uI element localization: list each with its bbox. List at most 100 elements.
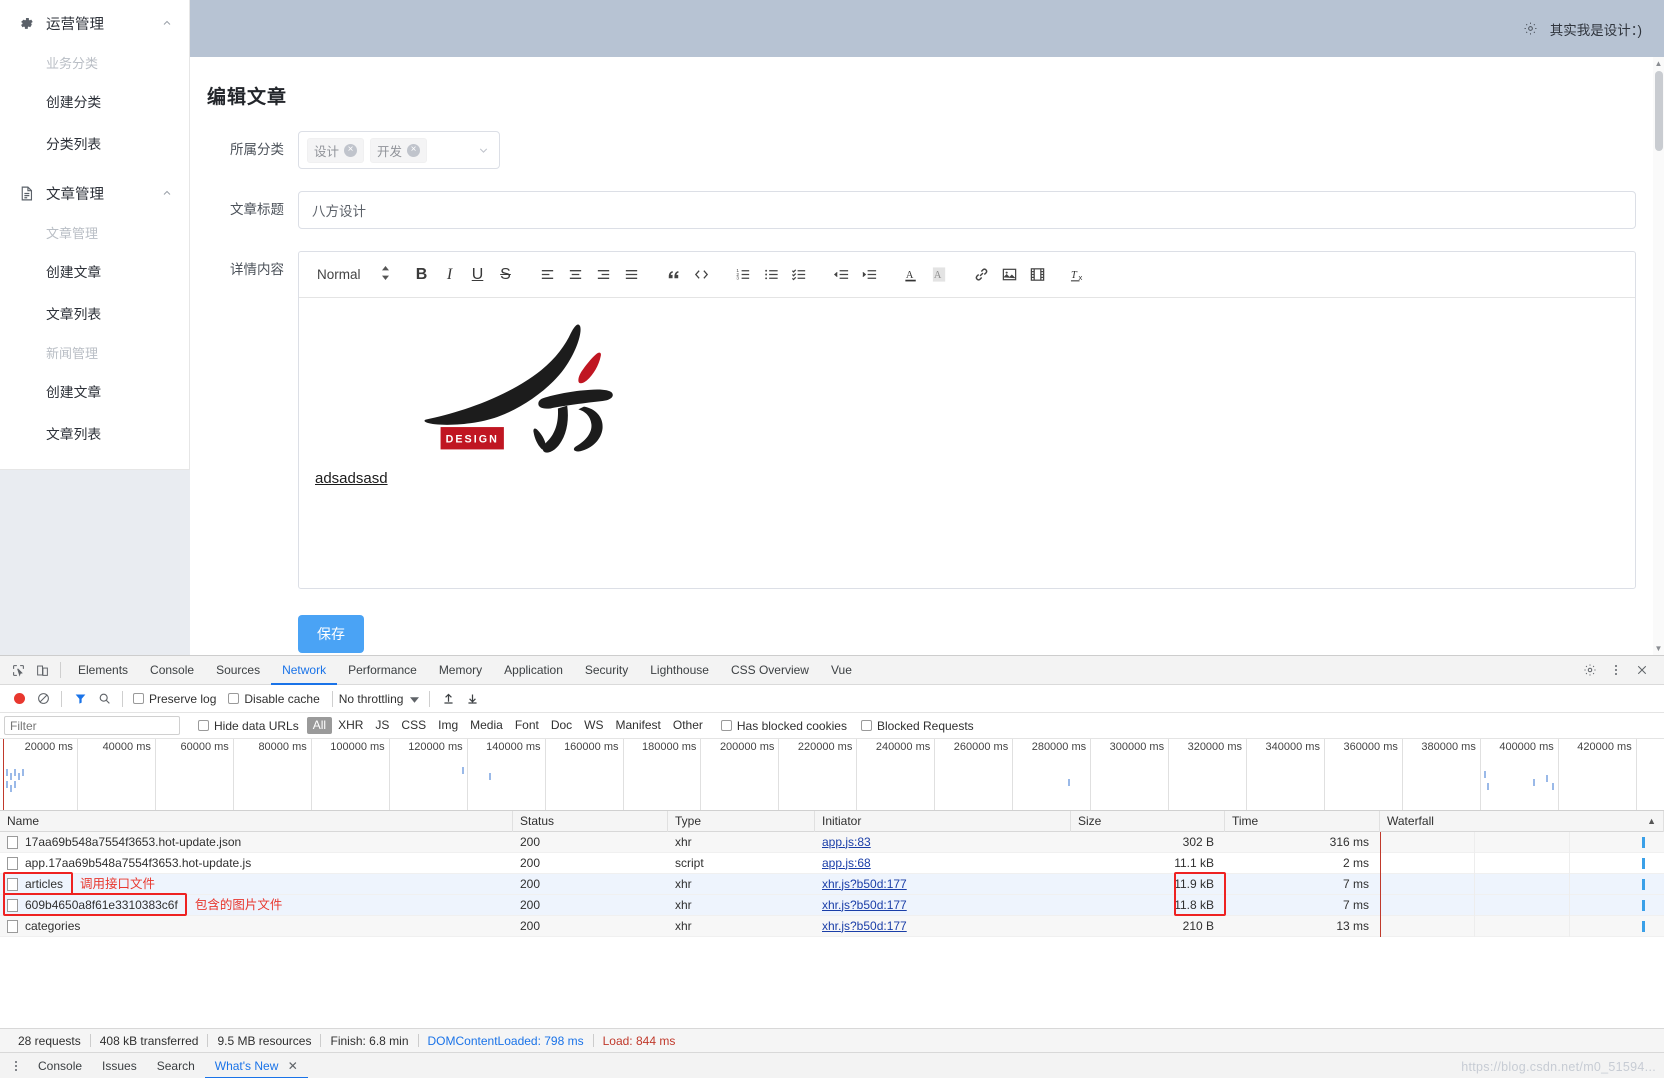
drawer-tab-search[interactable]: Search <box>147 1053 205 1078</box>
close-icon[interactable]: × <box>344 144 357 157</box>
settings-gear-icon[interactable] <box>1578 658 1602 682</box>
device-toolbar-icon[interactable] <box>30 658 54 682</box>
column-header-status[interactable]: Status <box>513 811 668 832</box>
image-icon[interactable] <box>996 261 1024 289</box>
column-header-size[interactable]: Size <box>1071 811 1225 832</box>
blocked-requests-checkbox[interactable]: Blocked Requests <box>861 719 974 733</box>
table-row[interactable]: articles调用接口文件200xhrxhr.js?b50d:17711.9 … <box>0 874 1664 895</box>
tab-elements[interactable]: Elements <box>67 656 139 685</box>
app-scroll-thumb[interactable] <box>1655 71 1663 151</box>
tab-network[interactable]: Network <box>271 656 337 685</box>
initiator-link[interactable]: xhr.js?b50d:177 <box>822 877 907 891</box>
search-button[interactable] <box>92 687 116 711</box>
tab-vue[interactable]: Vue <box>820 656 863 685</box>
sidebar-group-operations[interactable]: 运营管理 <box>0 0 189 46</box>
tab-memory[interactable]: Memory <box>428 656 493 685</box>
scroll-down-arrow[interactable]: ▼ <box>1654 644 1663 653</box>
drawer-tab-issues[interactable]: Issues <box>92 1053 147 1078</box>
table-row[interactable]: app.17aa69b548a7554f3653.hot-update.js20… <box>0 853 1664 874</box>
cell-initiator[interactable]: xhr.js?b50d:177 <box>815 895 1071 916</box>
tab-sources[interactable]: Sources <box>205 656 271 685</box>
scroll-up-arrow[interactable]: ▲ <box>1654 59 1663 68</box>
chevron-up-icon[interactable] <box>161 187 173 199</box>
initiator-link[interactable]: app.js:68 <box>822 856 871 870</box>
initiator-link[interactable]: xhr.js?b50d:177 <box>822 898 907 912</box>
table-row[interactable]: categories200xhrxhr.js?b50d:177210 B13 m… <box>0 916 1664 937</box>
filter-type-img[interactable]: Img <box>432 717 464 734</box>
table-row[interactable]: 17aa69b548a7554f3653.hot-update.json200x… <box>0 832 1664 853</box>
sidebar-item-create-article[interactable]: 创建文章 <box>0 252 189 294</box>
align-center-icon[interactable] <box>562 261 590 289</box>
filter-button[interactable] <box>68 687 92 711</box>
tab-performance[interactable]: Performance <box>337 656 428 685</box>
app-scrollbar[interactable]: ▲ ▼ <box>1653 57 1664 655</box>
hide-data-urls-checkbox[interactable]: Hide data URLs <box>198 719 299 733</box>
background-color-icon[interactable]: A <box>926 261 954 289</box>
preserve-log-checkbox[interactable]: Preserve log <box>133 692 216 706</box>
initiator-link[interactable]: xhr.js?b50d:177 <box>822 919 907 933</box>
import-har-button[interactable] <box>436 687 460 711</box>
category-select[interactable]: 设计 × 开发 × <box>298 131 500 169</box>
drawer-tab-whats-new[interactable]: What's New ✕ <box>205 1053 308 1078</box>
outdent-icon[interactable] <box>828 261 856 289</box>
filter-type-xhr[interactable]: XHR <box>332 717 369 734</box>
disable-cache-checkbox[interactable]: Disable cache <box>228 692 319 706</box>
chevron-up-icon[interactable] <box>161 17 173 29</box>
close-icon[interactable] <box>1630 658 1654 682</box>
column-header-waterfall[interactable]: Waterfall ▲ <box>1380 811 1664 832</box>
more-options-icon[interactable] <box>4 1054 28 1078</box>
filter-type-js[interactable]: JS <box>369 717 395 734</box>
align-left-icon[interactable] <box>534 261 562 289</box>
network-overview-timeline[interactable]: 20000 ms40000 ms60000 ms80000 ms100000 m… <box>0 739 1664 811</box>
tab-application[interactable]: Application <box>493 656 574 685</box>
blockquote-icon[interactable] <box>660 261 688 289</box>
link-icon[interactable] <box>968 261 996 289</box>
cell-initiator[interactable]: app.js:68 <box>815 853 1071 874</box>
category-tag[interactable]: 开发 × <box>370 138 427 163</box>
has-blocked-cookies-checkbox[interactable]: Has blocked cookies <box>721 719 847 733</box>
chevron-down-icon[interactable] <box>477 144 490 157</box>
sidebar-item-news-list[interactable]: 文章列表 <box>0 414 189 456</box>
close-icon[interactable]: × <box>407 144 420 157</box>
tab-security[interactable]: Security <box>574 656 639 685</box>
close-icon[interactable]: ✕ <box>288 1059 298 1073</box>
list-bullet-icon[interactable] <box>758 261 786 289</box>
filter-type-other[interactable]: Other <box>667 717 709 734</box>
clear-button[interactable] <box>31 687 55 711</box>
column-header-type[interactable]: Type <box>668 811 815 832</box>
align-right-icon[interactable] <box>590 261 618 289</box>
cell-initiator[interactable]: app.js:83 <box>815 832 1071 853</box>
bold-icon[interactable]: B <box>408 261 436 289</box>
list-ordered-icon[interactable]: 1 2 3 <box>730 261 758 289</box>
inspect-icon[interactable] <box>6 658 30 682</box>
cell-initiator[interactable]: xhr.js?b50d:177 <box>815 916 1071 937</box>
filter-type-css[interactable]: CSS <box>395 717 432 734</box>
filter-type-manifest[interactable]: Manifest <box>610 717 667 734</box>
sidebar-item-create-news[interactable]: 创建文章 <box>0 372 189 414</box>
strikethrough-icon[interactable]: S <box>492 261 520 289</box>
save-button[interactable]: 保存 <box>298 615 364 653</box>
filter-type-all[interactable]: All <box>307 717 332 734</box>
video-icon[interactable] <box>1024 261 1052 289</box>
filter-type-font[interactable]: Font <box>509 717 545 734</box>
more-options-icon[interactable] <box>1604 658 1628 682</box>
filter-type-ws[interactable]: WS <box>578 717 609 734</box>
category-tag[interactable]: 设计 × <box>307 138 364 163</box>
table-row[interactable]: 609b4650a8f61e3310383c6f包含的图片文件200xhrxhr… <box>0 895 1664 916</box>
filter-type-media[interactable]: Media <box>464 717 509 734</box>
align-justify-icon[interactable] <box>618 261 646 289</box>
tab-console[interactable]: Console <box>139 656 205 685</box>
format-select[interactable]: Normal <box>309 266 402 283</box>
sidebar-group-articles[interactable]: 文章管理 <box>0 170 189 216</box>
initiator-link[interactable]: app.js:83 <box>822 835 871 849</box>
column-header-name[interactable]: Name <box>0 811 513 832</box>
throttling-select[interactable]: No throttling <box>339 692 420 706</box>
editor-content-area[interactable]: DESIGN adsadsasd <box>299 298 1635 588</box>
cell-initiator[interactable]: xhr.js?b50d:177 <box>815 874 1071 895</box>
underline-icon[interactable]: U <box>464 261 492 289</box>
article-title-input[interactable] <box>298 191 1636 229</box>
filter-input[interactable] <box>4 716 180 735</box>
list-check-icon[interactable] <box>786 261 814 289</box>
sidebar-item-article-list[interactable]: 文章列表 <box>0 294 189 336</box>
italic-icon[interactable]: I <box>436 261 464 289</box>
